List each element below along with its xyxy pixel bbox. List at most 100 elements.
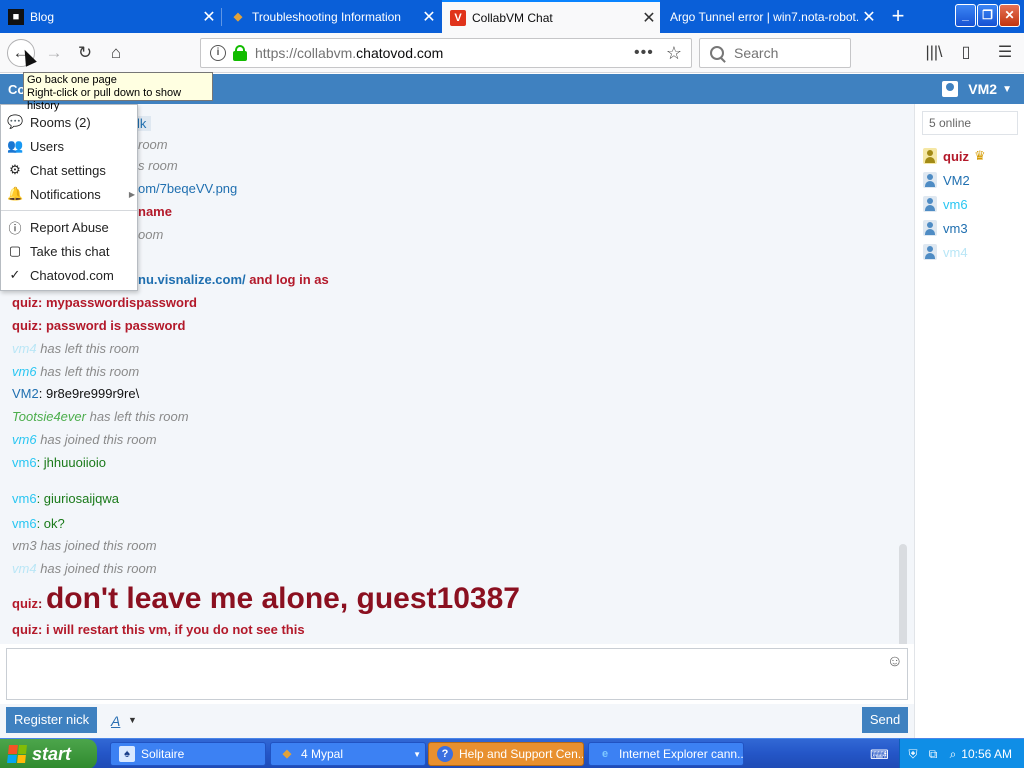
- message-nick[interactable]: Tootsie4ever: [12, 409, 86, 424]
- message-nick[interactable]: vm4: [12, 561, 37, 576]
- library-icon[interactable]: |||\: [924, 43, 944, 63]
- message-text: i will restart this vm, if you do not se…: [45, 622, 305, 637]
- tab-blog[interactable]: ■ Blog ✕: [0, 0, 220, 33]
- search-tray-icon[interactable]: ⌕: [946, 747, 960, 761]
- forward-arrow-icon: →: [45, 43, 63, 62]
- task-help-support[interactable]: ? Help and Support Cen...: [428, 742, 584, 766]
- message-nick[interactable]: quiz: [12, 596, 38, 611]
- message-nick[interactable]: VM2: [12, 386, 39, 401]
- message-nick[interactable]: vm6: [12, 491, 37, 506]
- member-list: 5 online quiz ♛ VM2 vm6 vm3 vm4: [914, 104, 1024, 740]
- task-mypal[interactable]: ◆ 4 Mypal ▼: [270, 742, 426, 766]
- users-icon: 👥: [7, 138, 24, 153]
- chat-line: vm6 has left this room: [12, 364, 139, 379]
- member-name: VM2: [943, 172, 970, 188]
- message-text: has left this room: [40, 364, 140, 379]
- keyboard-icon[interactable]: ⌨: [870, 747, 889, 763]
- message-input[interactable]: ☺: [6, 648, 908, 700]
- chat-line: quiz: mypasswordispassword: [12, 295, 197, 310]
- message-nick[interactable]: vm6: [12, 364, 37, 379]
- clock[interactable]: 10:56 AM: [961, 747, 1012, 761]
- message-link[interactable]: nu.visnalize.com/: [138, 272, 246, 287]
- start-button[interactable]: start: [0, 739, 97, 768]
- menu-item-chatovod[interactable]: ✓ Chatovod.com: [7, 264, 135, 286]
- message-nick[interactable]: vm4: [12, 341, 37, 356]
- tab-troubleshooting[interactable]: ◆ Troubleshooting Information ✕: [222, 0, 440, 33]
- message-nick[interactable]: quiz: [12, 318, 38, 333]
- search-icon: [710, 46, 724, 60]
- close-tab-icon[interactable]: ✕: [858, 7, 880, 27]
- message-nick[interactable]: vm6: [12, 432, 37, 447]
- menu-item-notifications[interactable]: 🔔 Notifications ▶: [7, 183, 135, 205]
- menu-item-report-abuse[interactable]: ⓘ Report Abuse: [7, 216, 135, 238]
- member-name: vm6: [943, 196, 968, 212]
- solitaire-icon: ♠: [119, 746, 135, 762]
- task-label: 4 Mypal: [301, 747, 344, 761]
- send-button[interactable]: Send: [862, 707, 908, 733]
- url-bar[interactable]: i https://collabvm.chatovod.com ••• ☆: [200, 38, 692, 68]
- member-item[interactable]: vm3: [923, 220, 968, 236]
- menu-item-chat-settings[interactable]: ⚙ Chat settings: [7, 159, 135, 181]
- chat-line: vm6: giuriosaijqwa: [12, 491, 119, 506]
- mypal-icon: ◆: [282, 748, 292, 760]
- url-text[interactable]: https://collabvm.chatovod.com: [255, 45, 634, 61]
- tab-argo-tunnel[interactable]: Argo Tunnel error | win7.nota-robot.com …: [662, 0, 880, 33]
- member-item[interactable]: vm6: [923, 196, 968, 212]
- sidebar-toggle-icon[interactable]: ▯: [956, 43, 976, 63]
- menu-item-label: Notifications: [30, 186, 101, 202]
- message-link[interactable]: om/7beqeVV.png: [138, 181, 237, 196]
- task-internet-explorer[interactable]: e Internet Explorer cann...: [588, 742, 744, 766]
- member-item[interactable]: VM2: [923, 172, 970, 188]
- network-icon[interactable]: ⧉: [926, 747, 940, 761]
- user-menu[interactable]: VM2 ▼: [942, 81, 1012, 97]
- home-button[interactable]: ⌂: [102, 39, 130, 67]
- menu-item-users[interactable]: 👥 Users: [7, 135, 135, 157]
- chat-line: vm4 has joined this room: [12, 561, 157, 576]
- close-window-icon[interactable]: ✕: [999, 4, 1020, 27]
- member-name: vm4: [943, 244, 968, 260]
- emoji-icon[interactable]: ☺: [887, 653, 903, 671]
- register-nick-button[interactable]: Register nick: [6, 707, 98, 733]
- message-nick[interactable]: quiz: [12, 622, 38, 637]
- task-solitaire[interactable]: ♠ Solitaire: [110, 742, 266, 766]
- admin-user-icon: [923, 148, 937, 164]
- member-item[interactable]: quiz ♛: [923, 148, 986, 164]
- close-tab-icon[interactable]: ✕: [638, 8, 660, 28]
- tab-collabvm-chat[interactable]: V CollabVM Chat ✕: [442, 0, 660, 33]
- gears-icon: ⚙: [9, 162, 21, 177]
- forward-button[interactable]: →: [40, 39, 68, 67]
- chatovod-icon: ✓: [9, 267, 21, 282]
- close-tab-icon[interactable]: ✕: [198, 7, 220, 27]
- chat-line: nu.visnalize.com/ and log in as: [138, 272, 329, 287]
- menu-item-rooms[interactable]: 💬 Rooms (2): [7, 111, 135, 133]
- member-item[interactable]: vm4: [923, 244, 968, 260]
- message-text: has joined this room: [40, 432, 157, 447]
- search-bar[interactable]: Search: [699, 38, 851, 68]
- chat-scrollbar[interactable]: [899, 544, 907, 644]
- message-nick[interactable]: vm6: [12, 455, 37, 470]
- message-nick[interactable]: quiz: [12, 295, 38, 310]
- bookmark-star-icon[interactable]: ☆: [666, 43, 682, 64]
- chat-line: quiz: password is password: [12, 318, 186, 333]
- security-shield-icon[interactable]: ⛨: [906, 747, 920, 761]
- message-text: has joined this room: [40, 538, 157, 553]
- font-style-button[interactable]: A: [111, 713, 120, 729]
- user-icon: [923, 196, 937, 212]
- crown-icon: ♛: [974, 148, 986, 163]
- restore-icon[interactable]: ❐: [977, 4, 998, 27]
- message-nick[interactable]: vm6: [12, 516, 37, 531]
- page-actions-icon[interactable]: •••: [634, 44, 654, 62]
- menu-item-take-chat[interactable]: ▢ Take this chat: [7, 240, 135, 262]
- minimize-icon[interactable]: _: [955, 4, 976, 27]
- new-tab-icon[interactable]: +: [885, 4, 911, 30]
- message-text: 9r8e9re999r9re\: [45, 386, 140, 401]
- close-tab-icon[interactable]: ✕: [418, 7, 440, 27]
- reload-button[interactable]: ↻: [71, 39, 99, 67]
- tab-title: Argo Tunnel error | win7.nota-robot.com: [670, 9, 858, 24]
- ie-icon: e: [601, 748, 609, 760]
- message-nick[interactable]: vm3: [12, 538, 37, 553]
- url-prefix: https://collabvm.: [255, 45, 357, 61]
- chevron-down-icon[interactable]: ▼: [128, 715, 137, 725]
- site-info-icon[interactable]: i: [210, 45, 226, 61]
- hamburger-menu-icon[interactable]: ☰: [995, 43, 1015, 63]
